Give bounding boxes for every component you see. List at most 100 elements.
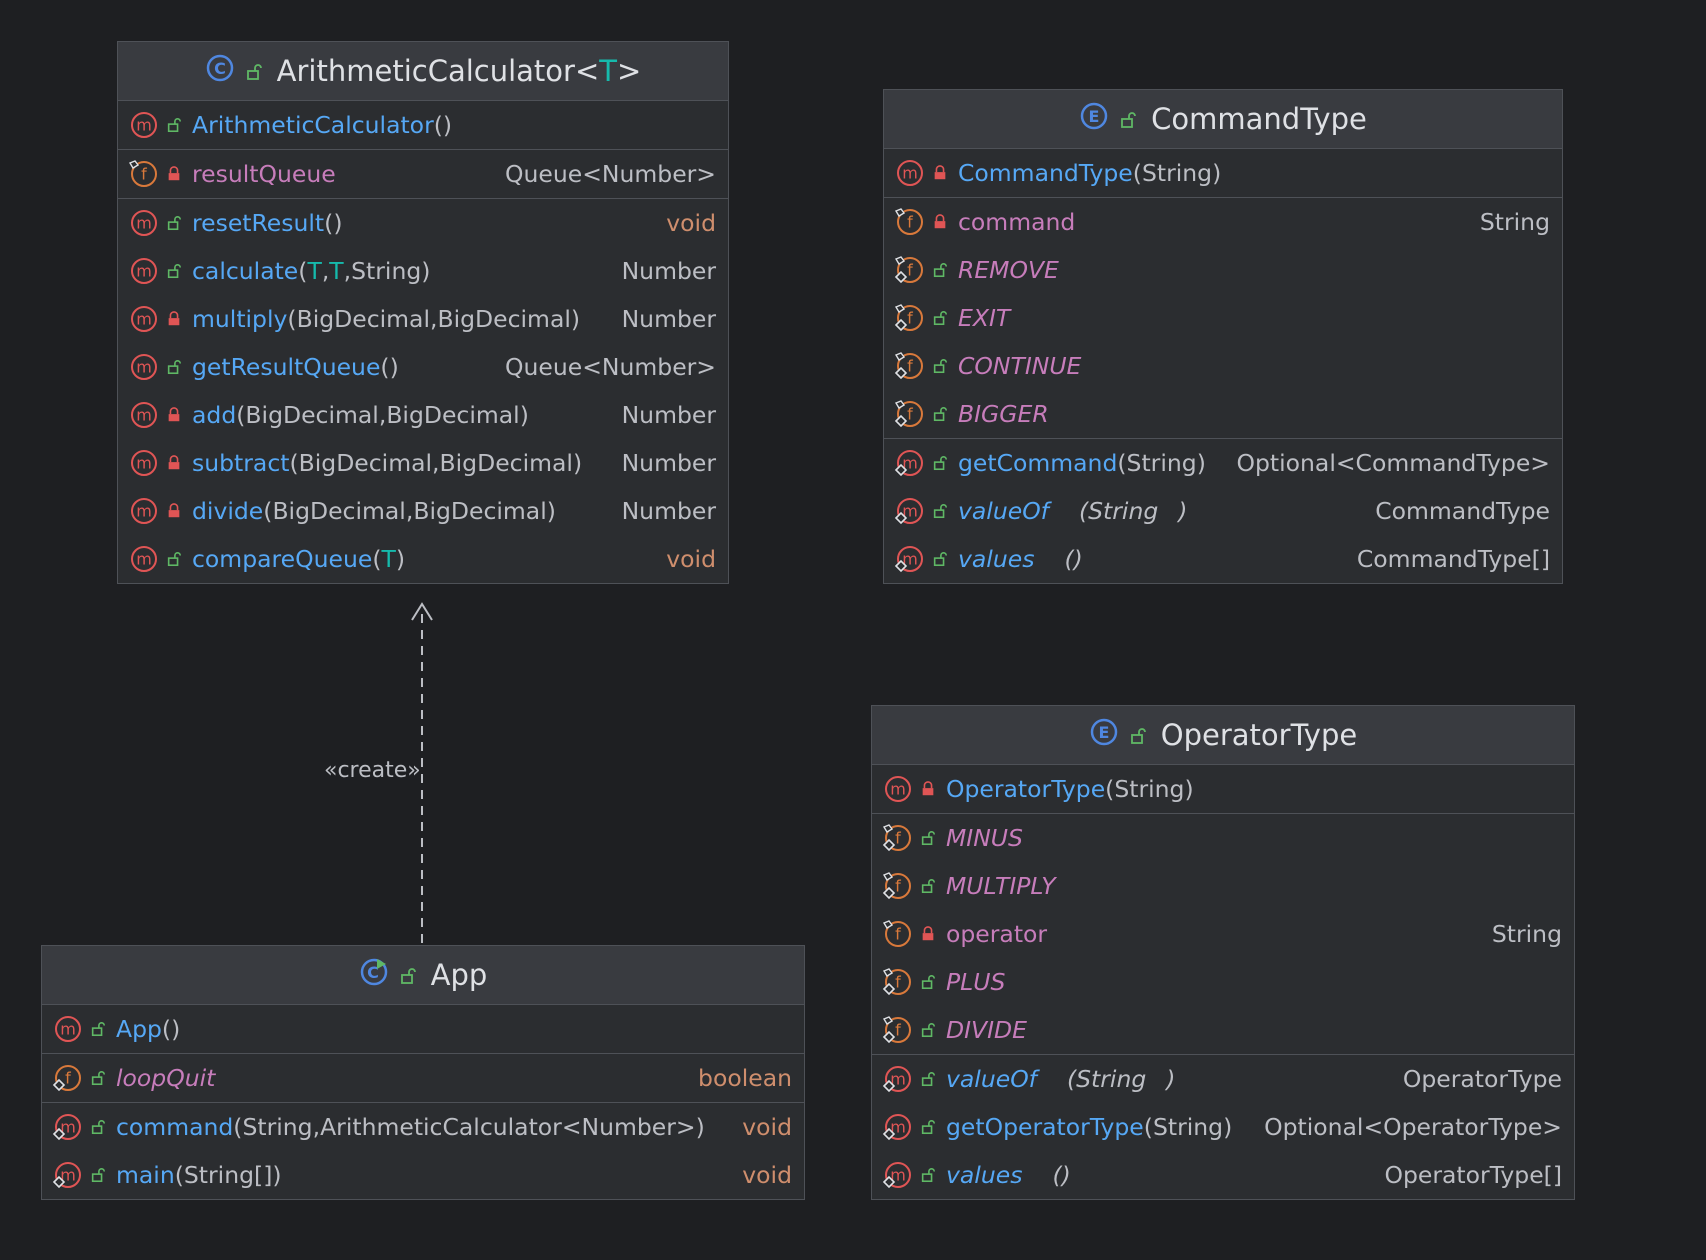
param-type: ArithmeticCalculator<Number>: [320, 1113, 696, 1141]
param-open-paren: (: [236, 401, 246, 429]
field-row-resultqueue[interactable]: f resultQueue Queue<Number>: [118, 150, 728, 198]
static-field-icon: f: [882, 823, 912, 853]
svg-text:m: m: [136, 358, 152, 377]
method-row-values[interactable]: m values () CommandType[]: [884, 535, 1562, 583]
field-row-continue[interactable]: f CONTINUE: [884, 342, 1562, 390]
field-row-remove[interactable]: f REMOVE: [884, 246, 1562, 294]
field-row-exit[interactable]: f EXIT: [884, 294, 1562, 342]
field-row-plus[interactable]: f PLUS: [872, 958, 1574, 1006]
return-type: Queue<Number>: [505, 160, 716, 188]
method-row-comparequeue[interactable]: m compareQueue(T) void: [118, 535, 728, 583]
member-name: divide: [192, 497, 264, 525]
svg-text:m: m: [136, 502, 152, 521]
enum-icon: E: [1089, 717, 1119, 754]
public-visibility-icon: [920, 1065, 936, 1093]
field-row-loopquit[interactable]: f loopQuit boolean: [42, 1054, 804, 1102]
method-row-valueof[interactable]: m valueOf (String) OperatorType: [872, 1055, 1574, 1103]
method-row-command[interactable]: m command(String, ArithmeticCalculator<Nu…: [42, 1103, 804, 1151]
class-box-arithmetic-calculator[interactable]: C ArithmeticCalculator < T > m ArithmeticCal…: [117, 41, 729, 584]
return-type: void: [742, 1161, 792, 1189]
member-name: ArithmeticCalculator: [192, 111, 434, 139]
method-row-multiply[interactable]: m multiply(BigDecimal, BigDecimal) Number: [118, 295, 728, 343]
field-row-divide[interactable]: f DIVIDE: [872, 1006, 1574, 1054]
member-section: m command(String, ArithmeticCalculator<Nu…: [42, 1103, 804, 1199]
member-name: main: [116, 1161, 175, 1189]
method-row-values[interactable]: m values () OperatorType[]: [872, 1151, 1574, 1199]
svg-text:m: m: [136, 262, 152, 281]
class-header[interactable]: E CommandType: [884, 90, 1562, 149]
method-row-getresultqueue[interactable]: m getResultQueue() Queue<Number>: [118, 343, 728, 391]
static-method-icon: m: [52, 1112, 82, 1142]
svg-text:f: f: [895, 877, 901, 896]
svg-text:C: C: [214, 59, 226, 78]
class-box-app[interactable]: C App m App() f loopQuit boolean m command(Str…: [41, 945, 805, 1200]
param-open-paren: (: [1132, 159, 1142, 187]
svg-text:f: f: [65, 1069, 71, 1088]
svg-text:m: m: [60, 1020, 76, 1039]
class-box-operator-type[interactable]: E OperatorType m OperatorType(String) f MIN…: [871, 705, 1575, 1200]
param-type: T: [329, 257, 344, 285]
method-row-calculate[interactable]: m calculate(T, T, String) Number: [118, 247, 728, 295]
member-sections: m OperatorType(String) f MINUS f MULTIPLY f ope…: [872, 765, 1574, 1199]
method-row-operatortype[interactable]: m OperatorType(String): [872, 765, 1574, 813]
method-row-getoperatortype[interactable]: m getOperatorType(String) Optional<Operato…: [872, 1103, 1574, 1151]
class-header[interactable]: C App: [42, 946, 804, 1005]
param-open-paren: (: [1078, 497, 1089, 525]
member-section: f loopQuit boolean: [42, 1054, 804, 1103]
method-row-getcommand[interactable]: m getCommand(String) Optional<CommandType>: [884, 439, 1562, 487]
param-open-paren: (: [1052, 1161, 1062, 1189]
public-visibility-icon: [932, 256, 948, 284]
return-type: Optional<CommandType>: [1236, 449, 1551, 477]
static-field-icon: f: [894, 255, 924, 285]
member-name: command: [116, 1113, 234, 1141]
method-icon: m: [128, 304, 158, 334]
svg-text:f: f: [907, 213, 913, 232]
method-row-app[interactable]: m App(): [42, 1005, 804, 1053]
generic-type-param: T: [599, 54, 618, 88]
return-type: Number: [621, 449, 716, 477]
method-row-main[interactable]: m main(String[]) void: [42, 1151, 804, 1199]
param-type: String: [242, 1113, 313, 1141]
return-type: Number: [621, 497, 716, 525]
public-visibility-icon: [920, 968, 936, 996]
member-name: calculate: [192, 257, 299, 285]
class-name: App: [430, 958, 488, 992]
param-close-paren: ): [421, 257, 431, 285]
generic-close: >: [617, 54, 642, 88]
method-row-arithmeticcalculator[interactable]: m ArithmeticCalculator(): [118, 101, 728, 149]
class-box-command-type[interactable]: E CommandType m CommandType(String) f comma…: [883, 89, 1563, 584]
svg-text:f: f: [141, 165, 147, 184]
field-row-minus[interactable]: f MINUS: [872, 814, 1574, 862]
field-row-command[interactable]: f command String: [884, 198, 1562, 246]
method-icon: m: [128, 256, 158, 286]
class-header[interactable]: C ArithmeticCalculator < T >: [118, 42, 728, 101]
member-name: resultQueue: [192, 160, 336, 188]
method-row-valueof[interactable]: m valueOf (String) CommandType: [884, 487, 1562, 535]
class-header[interactable]: E OperatorType: [872, 706, 1574, 765]
svg-text:m: m: [136, 406, 152, 425]
field-row-multiply[interactable]: f MULTIPLY: [872, 862, 1574, 910]
param-close-paren: ): [1166, 1065, 1176, 1093]
return-type: Number: [621, 305, 716, 333]
field-row-operator[interactable]: f operator String: [872, 910, 1574, 958]
public-visibility-icon: [166, 545, 182, 573]
public-visibility-icon: [90, 1064, 106, 1092]
method-row-commandtype[interactable]: m CommandType(String): [884, 149, 1562, 197]
static-method-icon: m: [52, 1160, 82, 1190]
static-method-icon: m: [882, 1112, 912, 1142]
member-name: valueOf: [958, 497, 1049, 525]
public-visibility-icon: [166, 257, 182, 285]
class-name: ArithmeticCalculator: [276, 54, 575, 88]
field-row-bigger[interactable]: f BIGGER: [884, 390, 1562, 438]
return-type: void: [666, 545, 716, 573]
method-row-resetresult[interactable]: m resetResult() void: [118, 199, 728, 247]
method-row-divide[interactable]: m divide(BigDecimal, BigDecimal) Number: [118, 487, 728, 535]
member-name: EXIT: [958, 304, 1011, 332]
param-close-paren: ): [695, 1113, 705, 1141]
param-type: BigDecimal: [272, 497, 406, 525]
static-method-icon: m: [894, 544, 924, 574]
method-row-subtract[interactable]: m subtract(BigDecimal, BigDecimal) Number: [118, 439, 728, 487]
svg-text:m: m: [136, 550, 152, 569]
param-type: T: [381, 545, 396, 573]
method-row-add[interactable]: m add(BigDecimal, BigDecimal) Number: [118, 391, 728, 439]
